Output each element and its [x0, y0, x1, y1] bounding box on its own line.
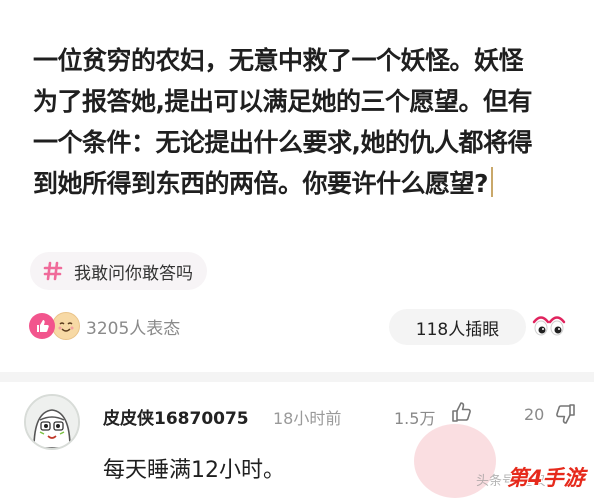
like-count: 1.5万 [394, 409, 436, 428]
thumbs-down-icon[interactable] [553, 402, 577, 426]
hash-icon [40, 258, 66, 284]
thumbs-up-icon[interactable] [450, 400, 474, 424]
comment-username[interactable]: 皮皮侠16870075 [103, 404, 249, 429]
post-line: 一个条件：无论提出什么要求,她的仇人都将得 [33, 128, 533, 157]
avatar[interactable] [24, 394, 80, 450]
reaction-count: 3205人表态 [86, 318, 181, 339]
section-divider [0, 372, 594, 382]
post-line: 为了报答她,提出可以满足她的三个愿望。但有 [33, 87, 533, 116]
post-line-last: 到她所得到东西的两倍。你要许什么愿望? [33, 163, 568, 204]
topic-label: 我敢问你敢答吗 [74, 263, 193, 284]
insert-eye-button[interactable]: 118人插眼 [389, 309, 526, 345]
like-heart-icon [29, 313, 55, 339]
text-cursor [491, 167, 494, 197]
comment-text: 每天睡满12小时。 [103, 458, 285, 483]
post-line: 一位贫穷的农妇，无意中救了一个妖怪。妖怪 [33, 46, 524, 75]
smile-face-icon [52, 312, 80, 340]
post-body: 一位贫穷的农妇，无意中救了一个妖怪。妖怪 为了报答她,提出可以满足她的三个愿望。… [33, 40, 568, 204]
reactions-summary[interactable]: 3205人表态 [29, 312, 180, 340]
comment-time: 18小时前 [273, 409, 342, 428]
post-line-text: 到她所得到东西的两倍。你要许什么愿望? [33, 169, 489, 198]
dislike-count: 20 [524, 405, 545, 424]
site-logo: 第4手游 [507, 466, 585, 490]
topic-tag[interactable]: 我敢问你敢答吗 [30, 252, 207, 290]
eyes-icon[interactable] [532, 312, 566, 340]
page: 一位贫穷的农妇，无意中救了一个妖怪。妖怪 为了报答她,提出可以满足她的三个愿望。… [0, 0, 594, 503]
